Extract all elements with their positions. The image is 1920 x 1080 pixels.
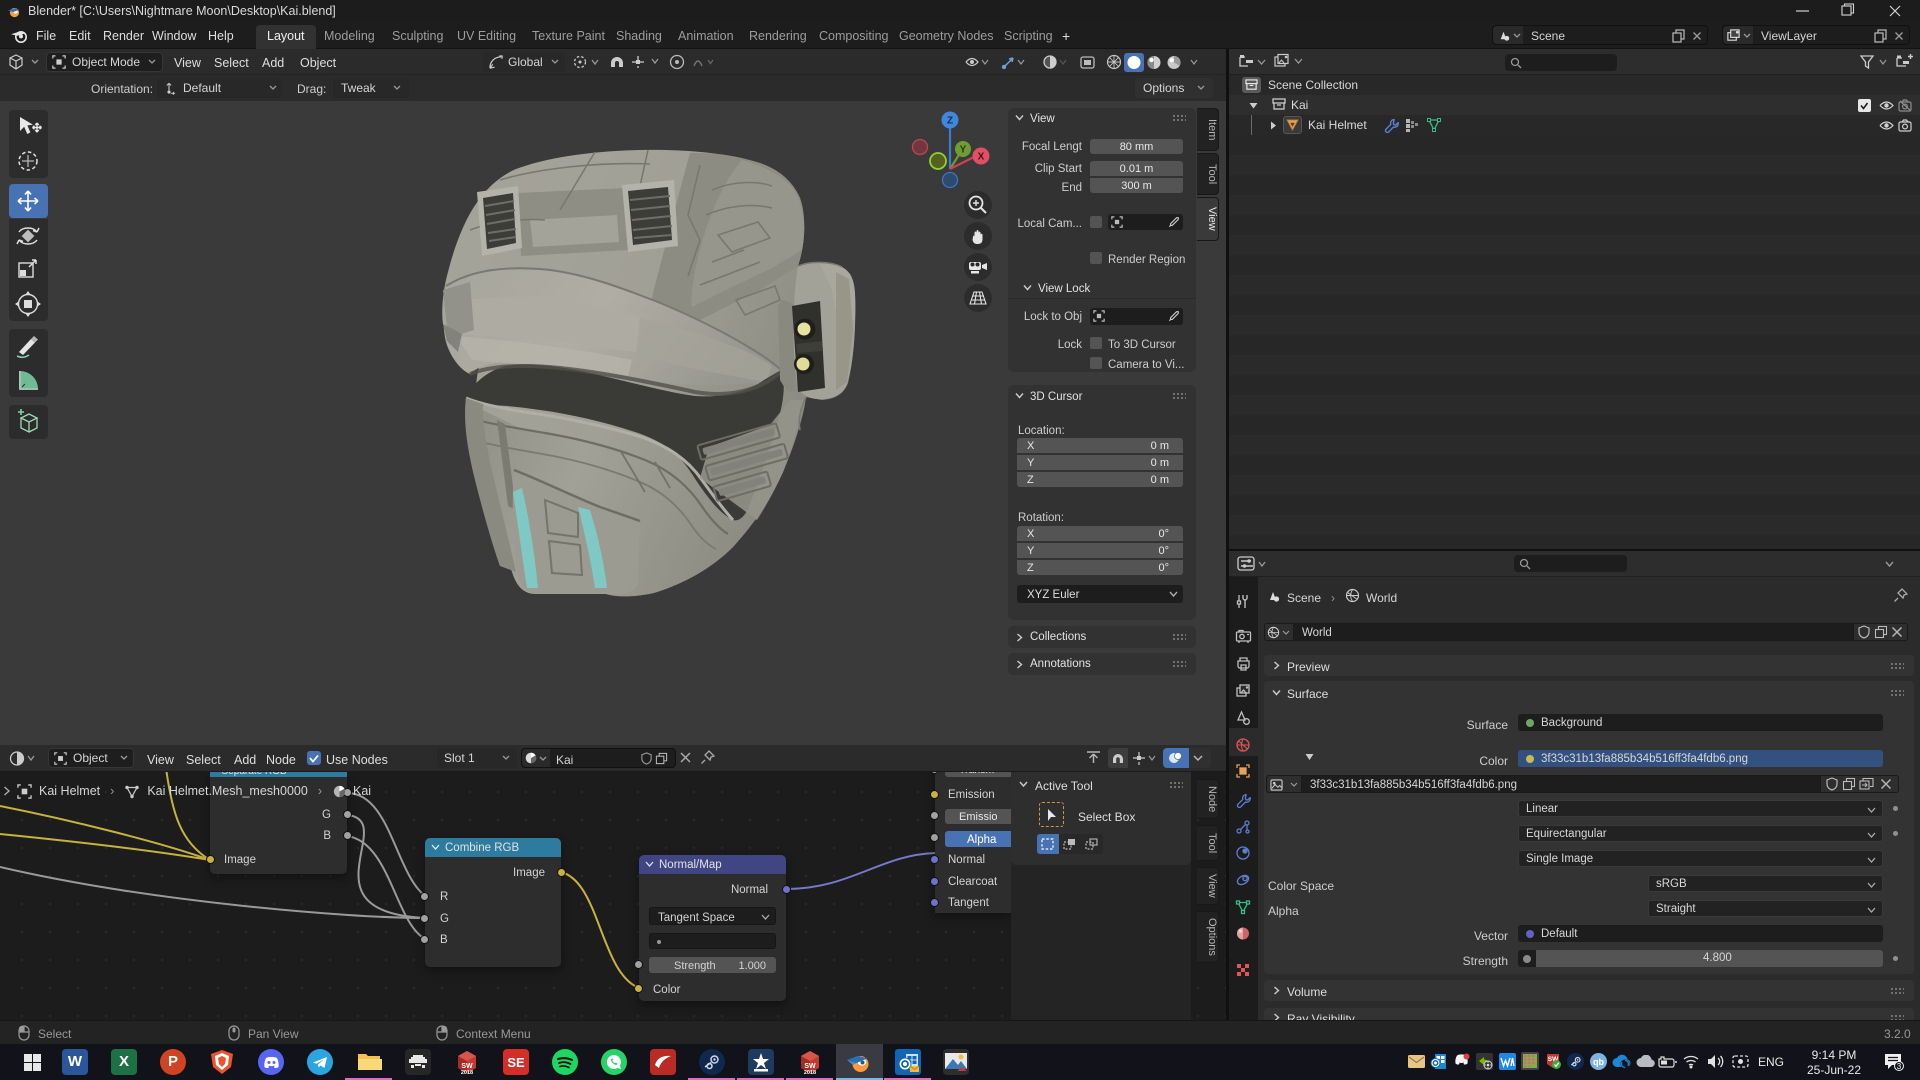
svg-text:3: 3 <box>1897 1062 1902 1071</box>
svg-text:Z: Z <box>947 116 953 127</box>
svg-text:Y: Y <box>960 145 967 156</box>
svg-text:2018: 2018 <box>804 1070 816 1075</box>
svg-text:SE: SE <box>507 1055 525 1070</box>
svg-text:2018: 2018 <box>461 1070 473 1075</box>
svg-text:X: X <box>978 152 985 163</box>
svg-text:SW: SW <box>804 1063 816 1070</box>
svg-text:SW: SW <box>461 1063 473 1070</box>
